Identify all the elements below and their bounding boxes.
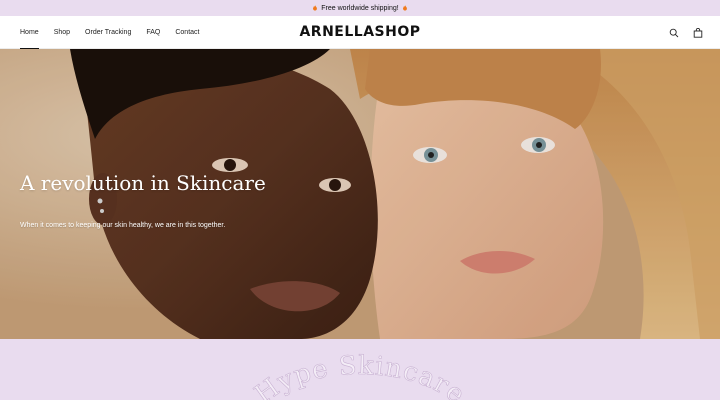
nav-contact[interactable]: Contact — [175, 16, 199, 49]
fire-icon — [313, 5, 318, 11]
announcement-text: Free worldwide shipping! — [321, 4, 399, 12]
curved-heading-graphic: Hype Skincare — [249, 351, 471, 400]
nav-order-tracking[interactable]: Order Tracking — [85, 16, 131, 49]
curved-heading: Hype Skincare — [249, 351, 470, 400]
announcement-bar: Free worldwide shipping! — [0, 0, 720, 16]
fire-icon — [402, 5, 407, 11]
svg-text:Hype Skincare: Hype Skincare — [249, 351, 471, 400]
nav-faq[interactable]: FAQ — [146, 16, 160, 49]
featured-section: Hype Skincare — [0, 339, 720, 400]
main-nav: Home Shop Order Tracking FAQ Contact — [20, 16, 199, 49]
nav-shop[interactable]: Shop — [54, 16, 70, 49]
hero-banner: A revolution in Skincare When it comes t… — [0, 49, 720, 339]
site-logo[interactable]: ARNELLASHOP — [299, 24, 420, 40]
search-icon[interactable] — [668, 27, 680, 39]
shopping-bag-icon[interactable] — [692, 27, 704, 39]
site-header: Home Shop Order Tracking FAQ Contact ARN… — [0, 16, 720, 49]
hero-title: A revolution in Skincare — [20, 171, 266, 195]
nav-home[interactable]: Home — [20, 16, 39, 49]
hero-subtitle: When it comes to keeping our skin health… — [20, 222, 226, 229]
